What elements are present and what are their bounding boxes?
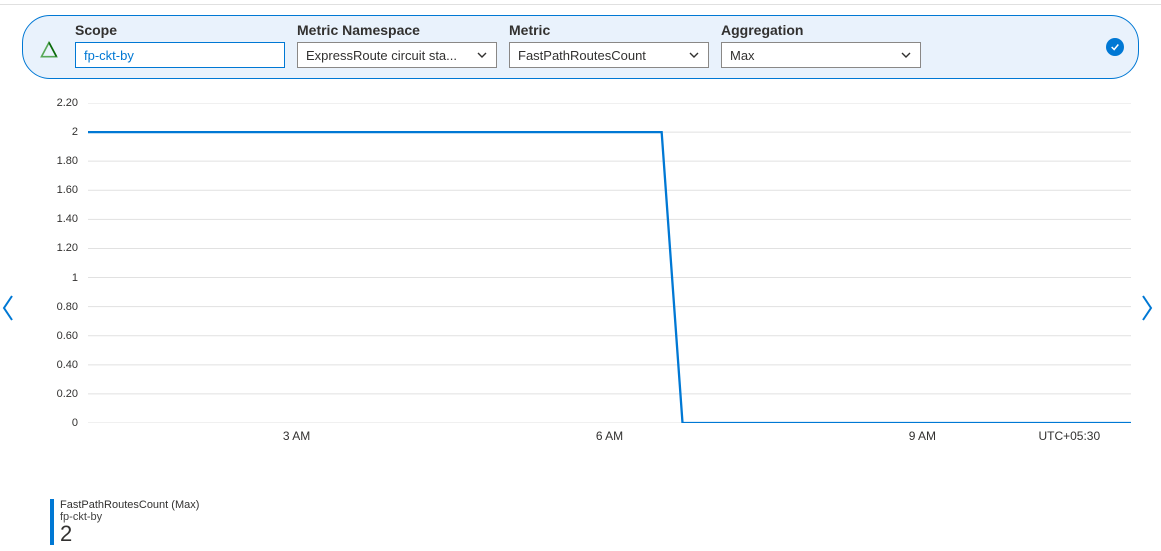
scope-label: Scope [75, 22, 285, 38]
scope-selector[interactable]: fp-ckt-by [75, 42, 285, 68]
y-tick-label: 1.40 [38, 213, 78, 225]
x-tick-label: 6 AM [596, 429, 623, 443]
y-tick-label: 0.60 [38, 330, 78, 342]
namespace-value: ExpressRoute circuit sta... [306, 48, 457, 63]
y-tick-label: 1.80 [38, 155, 78, 167]
chevron-down-icon [476, 49, 488, 61]
next-chevron-icon[interactable] [1139, 294, 1155, 322]
metric-label: Metric [509, 22, 709, 38]
y-tick-label: 0.80 [38, 301, 78, 313]
y-axis-tick-labels: 2.2021.801.601.401.2010.800.600.400.200 [44, 103, 88, 423]
metric-value: FastPathRoutesCount [518, 48, 646, 63]
x-tick-label: 9 AM [909, 429, 936, 443]
scope-value: fp-ckt-by [84, 48, 134, 63]
legend-series-name: FastPathRoutesCount (Max) [60, 499, 199, 511]
y-tick-label: 1 [38, 272, 78, 284]
metric-filter-bar: Scope fp-ckt-by Metric Namespace Express… [22, 15, 1139, 79]
legend-current-value: 2 [60, 523, 199, 545]
aggregation-value: Max [730, 48, 755, 63]
namespace-selector[interactable]: ExpressRoute circuit sta... [297, 42, 497, 68]
y-tick-label: 1.20 [38, 242, 78, 254]
chart-legend: FastPathRoutesCount (Max) fp-ckt-by 2 [50, 499, 199, 545]
aggregation-label: Aggregation [721, 22, 921, 38]
x-tick-label: 3 AM [283, 429, 310, 443]
legend-color-swatch [50, 499, 54, 545]
y-tick-label: 0.20 [38, 388, 78, 400]
metrics-chart: 2.2021.801.601.401.2010.800.600.400.200 … [50, 103, 1131, 453]
y-tick-label: 0.40 [38, 359, 78, 371]
apply-check-icon[interactable] [1106, 38, 1124, 56]
divider [0, 4, 1161, 5]
y-tick-label: 1.60 [38, 184, 78, 196]
metric-selector[interactable]: FastPathRoutesCount [509, 42, 709, 68]
legend-scope-name: fp-ckt-by [60, 511, 199, 523]
chevron-down-icon [900, 49, 912, 61]
timezone-label: UTC+05:30 [1038, 429, 1100, 443]
metric-delta-icon [39, 40, 59, 60]
x-axis-tick-labels: 3 AM 6 AM 9 AM UTC+05:30 [88, 429, 1131, 447]
aggregation-selector[interactable]: Max [721, 42, 921, 68]
y-tick-label: 2.20 [38, 97, 78, 109]
y-tick-label: 2 [38, 126, 78, 138]
chart-plot-area [88, 103, 1131, 423]
namespace-label: Metric Namespace [297, 22, 497, 38]
y-tick-label: 0 [38, 417, 78, 429]
chevron-down-icon [688, 49, 700, 61]
prev-chevron-icon[interactable] [0, 294, 16, 322]
